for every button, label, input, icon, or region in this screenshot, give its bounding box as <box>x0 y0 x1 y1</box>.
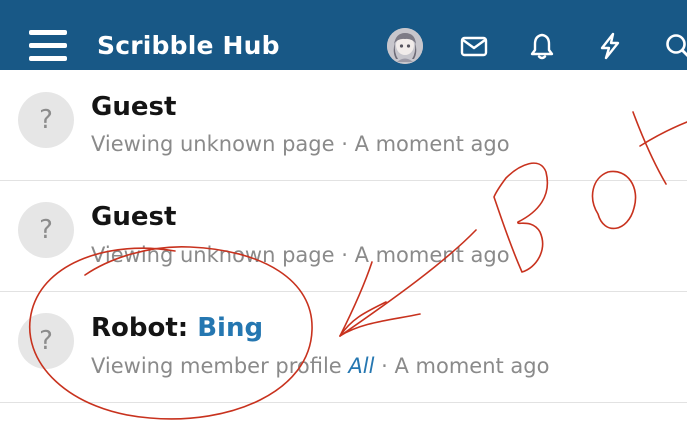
robot-name-link[interactable]: Bing <box>197 313 263 343</box>
member-name: Robot: Bing <box>91 313 264 343</box>
activity-time: A moment ago <box>394 354 550 378</box>
guest-avatar: ? <box>18 202 74 258</box>
guest-avatar: ? <box>18 313 74 369</box>
list-item: ? Guest Viewing unknown page · A moment … <box>0 70 687 181</box>
activity-time: A moment ago <box>354 243 510 267</box>
inbox-icon[interactable] <box>459 31 489 61</box>
member-name: Guest <box>91 202 177 232</box>
member-name: Guest <box>91 92 177 122</box>
guest-avatar: ? <box>18 92 74 148</box>
activity-text: Viewing unknown page · A moment ago <box>91 132 510 156</box>
user-avatar[interactable] <box>387 28 423 64</box>
bolt-icon[interactable] <box>595 31 625 61</box>
activity-text: Viewing member profile All · A moment ag… <box>91 354 550 378</box>
menu-icon[interactable] <box>29 28 67 64</box>
online-users-screen: Scribble Hub ? Guest Viewing unknown pag… <box>0 0 687 422</box>
search-icon[interactable] <box>663 31 687 61</box>
site-title[interactable]: Scribble Hub <box>97 31 280 60</box>
activity-time: A moment ago <box>354 132 510 156</box>
activity-text: Viewing unknown page · A moment ago <box>91 243 510 267</box>
bell-icon[interactable] <box>527 31 557 61</box>
list-item: ? Robot: Bing Viewing member profile All… <box>0 292 687 403</box>
member-profile-link[interactable]: All <box>348 354 374 378</box>
list-item: ? Guest Viewing unknown page · A moment … <box>0 181 687 292</box>
